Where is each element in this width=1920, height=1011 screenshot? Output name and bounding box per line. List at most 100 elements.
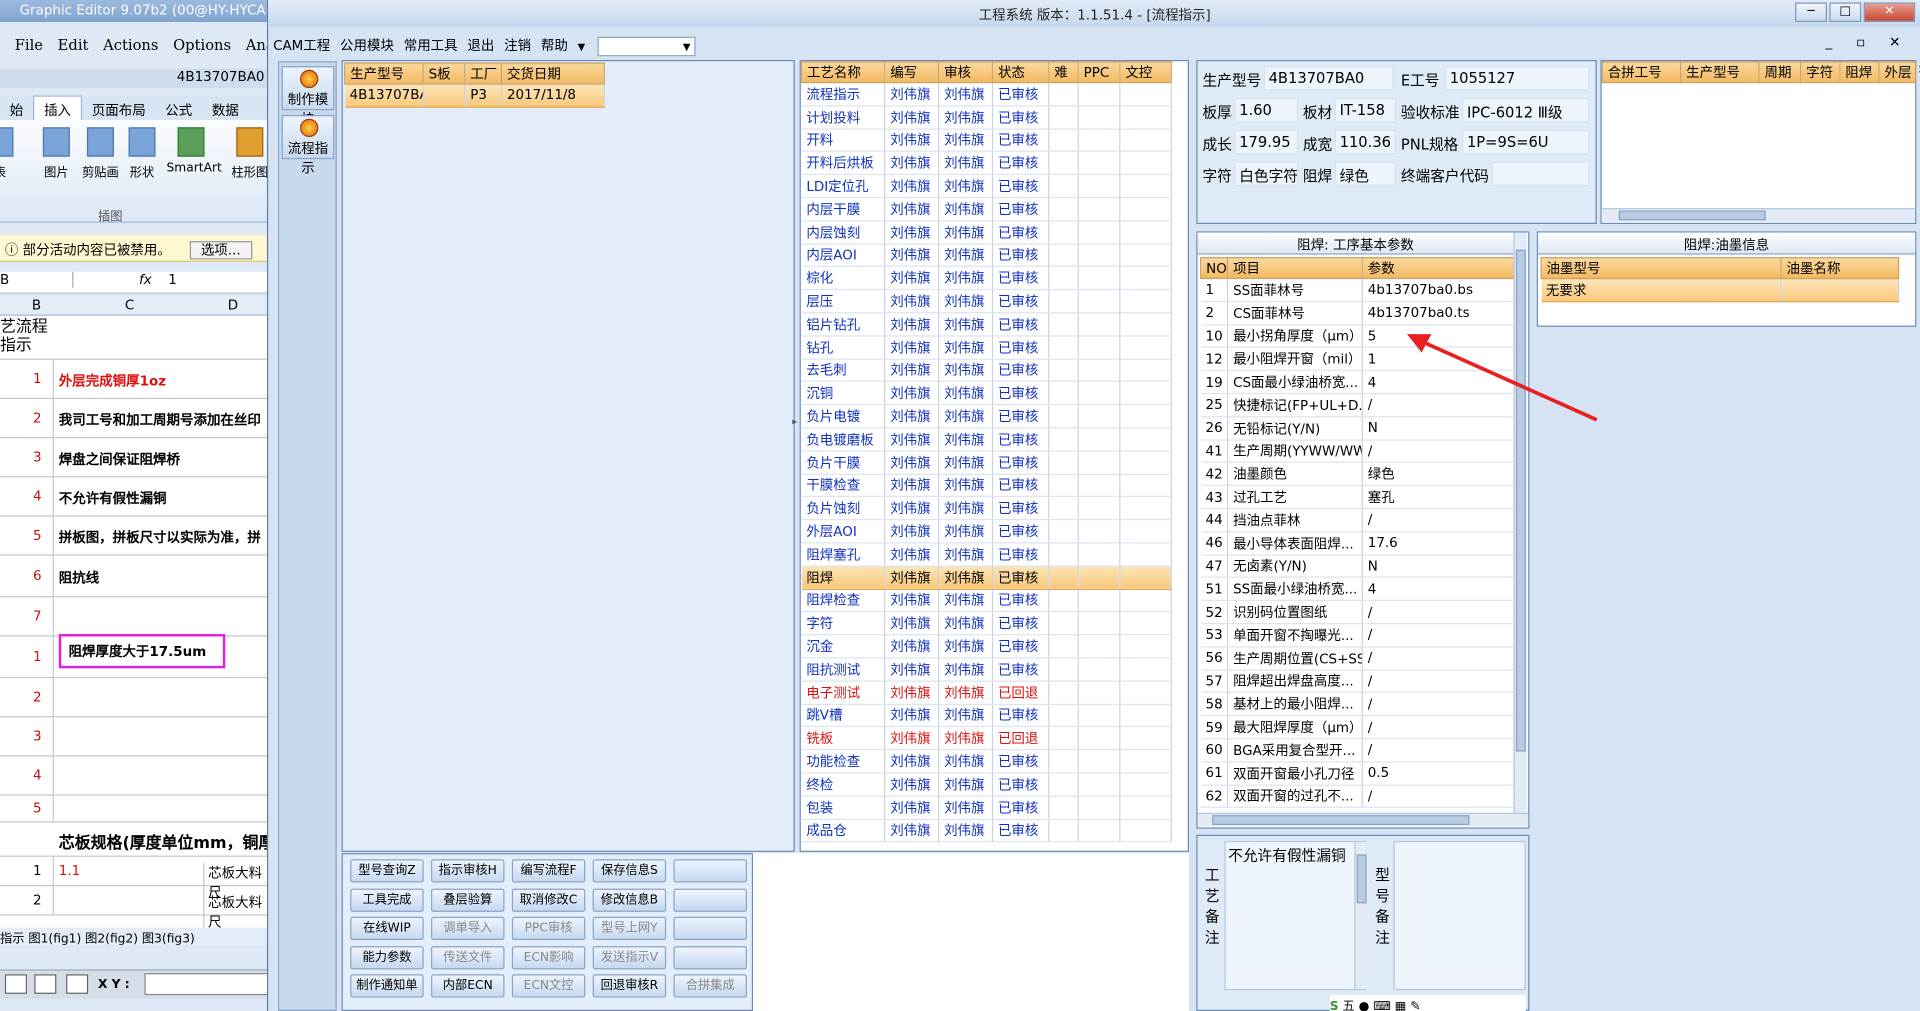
param-row[interactable]: 53 单面开窗不掏曝光... /: [1200, 623, 1515, 648]
process-row[interactable]: 流程指示 刘伟旗 刘伟旗 已审核: [801, 82, 1172, 107]
action-button[interactable]: ECN文控: [511, 974, 586, 999]
action-button[interactable]: 型号上网Y: [592, 917, 667, 941]
smartart-icon[interactable]: SmartArt: [167, 127, 222, 175]
column-header[interactable]: PPC: [1077, 61, 1121, 84]
process-row[interactable]: 跳V槽 刘伟旗 刘伟旗 已审核: [801, 703, 1172, 728]
thickness-field[interactable]: 1.60: [1234, 97, 1298, 123]
maximize-icon[interactable]: □: [1829, 2, 1862, 23]
action-button[interactable]: 调单导入: [431, 917, 505, 941]
action-button[interactable]: [673, 917, 747, 941]
column-header[interactable]: 工艺名称: [800, 61, 886, 84]
bg-menu-options[interactable]: Options: [173, 37, 231, 54]
param-row[interactable]: 1 SS面菲林号 4b13707ba0.bs: [1200, 278, 1515, 303]
process-row[interactable]: 沉金 刘伟旗 刘伟旗 已审核: [801, 634, 1172, 659]
menu-tools[interactable]: 常用工具: [399, 32, 463, 55]
param-row[interactable]: 51 SS面最小绿油桥宽... 4: [1200, 577, 1515, 602]
param-row[interactable]: 41生产周期(YYWW/WWYY)/: [1200, 439, 1515, 464]
param-row[interactable]: 43 过孔工艺 塞孔: [1200, 485, 1515, 510]
action-button[interactable]: 制作通知单: [350, 974, 424, 999]
column-header[interactable]: 油墨型号: [1540, 257, 1782, 280]
bg-name-box[interactable]: B: [0, 271, 74, 288]
process-row[interactable]: 阻焊检查 刘伟旗 刘伟旗 已审核: [801, 588, 1172, 613]
action-button[interactable]: [673, 888, 747, 912]
action-button[interactable]: [673, 859, 747, 883]
column-header[interactable]: S板: [422, 62, 466, 85]
table-icon[interactable]: 表: [0, 127, 24, 180]
process-row[interactable]: 功能检查 刘伟旗 刘伟旗 已审核: [801, 749, 1172, 774]
tool-icon[interactable]: [4, 974, 27, 994]
process-row[interactable]: 负片干膜 刘伟旗 刘伟旗 已审核: [801, 450, 1172, 475]
character-field[interactable]: 白色字符: [1234, 161, 1298, 187]
process-row[interactable]: 钻孔 刘伟旗 刘伟旗 已审核: [801, 335, 1172, 360]
action-button[interactable]: 指示审核H: [431, 859, 505, 883]
param-row[interactable]: 56 生产周期位置(CS+SS) /: [1200, 646, 1515, 671]
nav-process-indication[interactable]: 流程指示: [281, 115, 335, 176]
process-row[interactable]: 干膜检查 刘伟旗 刘伟旗 已审核: [801, 473, 1172, 498]
soldermask-field[interactable]: 绿色: [1334, 161, 1396, 187]
process-row[interactable]: 负电镀磨板 刘伟旗 刘伟旗 已审核: [801, 427, 1172, 452]
param-row[interactable]: 44 挡油点菲林 /: [1200, 508, 1515, 533]
bg-menu-file[interactable]: File: [15, 37, 43, 54]
bg-options-button[interactable]: 选项...: [189, 241, 252, 260]
menu-cam[interactable]: CAM工程: [268, 32, 335, 55]
minimize-icon[interactable]: ─: [1795, 2, 1827, 23]
column-chart-icon[interactable]: 柱形图: [225, 127, 272, 180]
process-row[interactable]: 终检 刘伟旗 刘伟旗 已审核: [801, 772, 1172, 797]
menu-combo[interactable]: ▼: [597, 36, 696, 57]
menu-public[interactable]: 公用模块: [335, 32, 399, 55]
param-row[interactable]: 61 双面开窗最小孔刀径 0.5: [1200, 761, 1515, 786]
column-header[interactable]: 难: [1048, 61, 1079, 84]
param-row[interactable]: 2 CS面菲林号 4b13707ba0.ts: [1200, 301, 1515, 326]
column-header[interactable]: 合拼工号: [1601, 61, 1682, 84]
merge-hscroll[interactable]: [1601, 208, 1916, 222]
column-header[interactable]: 文控: [1119, 61, 1172, 84]
column-header[interactable]: 状态: [991, 61, 1050, 84]
column-header[interactable]: 生产型号: [1680, 61, 1760, 84]
model-remark-field[interactable]: [1393, 840, 1526, 991]
width-field[interactable]: 110.36: [1334, 129, 1396, 155]
column-header[interactable]: 项目: [1226, 257, 1363, 280]
process-row[interactable]: 铝片钻孔 刘伟旗 刘伟旗 已审核: [801, 312, 1172, 337]
bg-menu-edit[interactable]: Edit: [58, 37, 89, 54]
chevron-down-icon[interactable]: ▼: [573, 38, 590, 53]
param-row[interactable]: 60 BGA采用复合型开... /: [1200, 738, 1515, 763]
column-header[interactable]: 油墨名称: [1780, 257, 1900, 280]
process-row[interactable]: 负片电镀 刘伟旗 刘伟旗 已审核: [801, 404, 1172, 429]
process-row[interactable]: 层压 刘伟旗 刘伟旗 已审核: [801, 289, 1172, 314]
process-row[interactable]: 开料后烘板 刘伟旗 刘伟旗 已审核: [801, 151, 1172, 176]
column-header[interactable]: 工厂: [464, 62, 503, 85]
process-remark-field[interactable]: 不允许有假性漏铜: [1224, 840, 1367, 991]
action-button[interactable]: 型号查询Z: [350, 859, 424, 883]
action-button[interactable]: PPC审核: [511, 917, 586, 941]
menu-logout[interactable]: 注销: [499, 32, 536, 55]
ink-row[interactable]: 无要求: [1541, 277, 1900, 303]
e-number-field[interactable]: 1055127: [1444, 66, 1590, 91]
process-row[interactable]: 阻抗测试 刘伟旗 刘伟旗 已审核: [801, 657, 1172, 682]
param-row[interactable]: 59 最大阻焊厚度（μm） /: [1200, 715, 1515, 740]
action-button[interactable]: 回退审核R: [592, 974, 667, 999]
bg-sheet-tabs[interactable]: 指示 图1(fig1) 图2(fig2) 图3(fig3): [0, 927, 272, 945]
action-button[interactable]: 工具完成: [350, 888, 424, 912]
process-row[interactable]: 内层干膜 刘伟旗 刘伟旗 已审核: [801, 197, 1172, 222]
order-row[interactable]: 4B13707BA0 P32017/11/8: [344, 83, 605, 108]
param-row[interactable]: 47 无卤素(Y/N) N: [1200, 554, 1515, 579]
column-header[interactable]: 生产型号: [344, 62, 424, 85]
action-button[interactable]: 发送指示V: [592, 945, 667, 970]
customer-code-field[interactable]: [1491, 161, 1590, 187]
bg-menu-actions[interactable]: Actions: [103, 37, 158, 54]
column-header[interactable]: 参数: [1361, 257, 1515, 280]
process-row[interactable]: 铣板 刘伟旗 刘伟旗 已回退: [801, 726, 1172, 751]
process-row[interactable]: 沉铜 刘伟旗 刘伟旗 已审核: [801, 381, 1172, 406]
action-button[interactable]: 合拼集成: [673, 974, 747, 999]
process-row[interactable]: 去毛刺 刘伟旗 刘伟旗 已审核: [801, 358, 1172, 383]
action-button[interactable]: 在线WIP: [350, 917, 424, 941]
param-row[interactable]: 42 油墨颜色 绿色: [1200, 462, 1515, 487]
nav-make-module[interactable]: 制作模块: [281, 66, 335, 127]
column-header[interactable]: 编写: [884, 61, 940, 84]
column-header[interactable]: 审核: [937, 61, 994, 84]
column-header[interactable]: 交货日期: [500, 62, 605, 85]
action-button[interactable]: 修改信息B: [592, 888, 667, 912]
params-vscroll[interactable]: [1513, 232, 1527, 813]
process-row[interactable]: 开料 刘伟旗 刘伟旗 已审核: [801, 128, 1172, 153]
grid-tool-icon[interactable]: [66, 974, 89, 994]
